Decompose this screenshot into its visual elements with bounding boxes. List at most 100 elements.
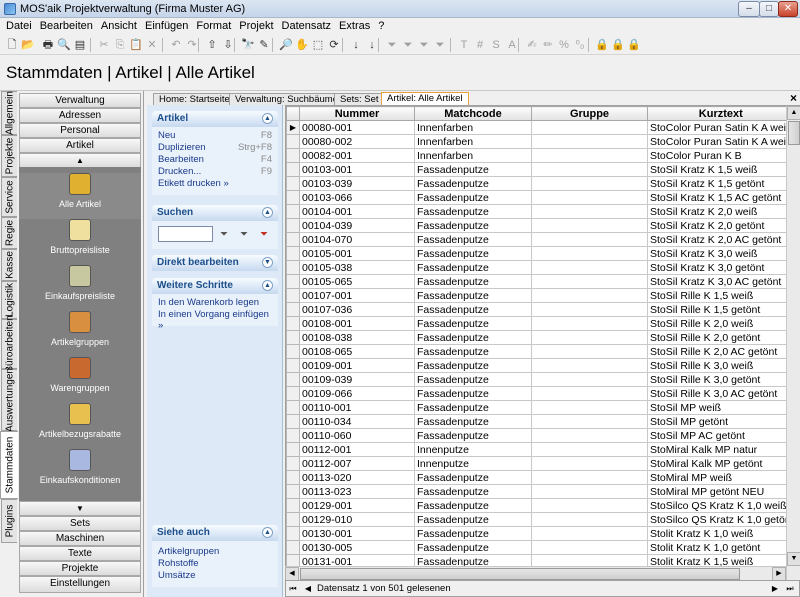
cell-kurztext[interactable]: StoSil Kratz K 3,0 getönt <box>647 260 795 275</box>
filter-icon[interactable]: ⏷ <box>384 37 400 53</box>
table-row[interactable]: 00109-039 Fassadenputze StoSil Rille K 3,0… <box>286 372 795 387</box>
cell-gruppe[interactable] <box>531 120 648 135</box>
row-selector[interactable] <box>286 330 300 345</box>
cell-kurztext[interactable]: Stolit Kratz K 1,0 weiß <box>647 526 795 541</box>
tab-alle-artikel[interactable]: Artikel: Alle Artikel <box>381 92 469 106</box>
task-link-neu[interactable]: Neu F8 <box>158 130 272 142</box>
scroll-right-icon[interactable]: ▶ <box>772 567 786 581</box>
row-selector[interactable] <box>286 176 300 191</box>
vtab-service[interactable]: Service <box>1 177 17 217</box>
cell-kurztext[interactable]: StoMiral Kalk MP getönt <box>647 456 795 471</box>
filter-sel-icon[interactable]: ⏷ <box>400 37 416 53</box>
table-row[interactable]: 00109-001 Fassadenputze StoSil Rille K 3,0… <box>286 358 795 373</box>
cell-kurztext[interactable]: StoColor Puran Satin K A weiß <box>647 134 795 149</box>
hand-icon[interactable]: ✋ <box>294 37 310 53</box>
refresh-icon[interactable]: ⟳ <box>326 37 342 53</box>
cell-nummer[interactable]: 00104-039 <box>299 218 415 233</box>
table-row[interactable]: 00113-020 Fassadenputze StoMiral MP weiß <box>286 470 795 485</box>
cell-gruppe[interactable] <box>531 526 648 541</box>
cell-kurztext[interactable]: Stolit Kratz K 1,0 getönt <box>647 540 795 555</box>
cell-matchcode[interactable]: Innenputze <box>414 442 532 457</box>
cell-nummer[interactable]: 00110-060 <box>299 428 415 443</box>
cell-gruppe[interactable] <box>531 512 648 527</box>
cell-matchcode[interactable]: Fassadenputze <box>414 316 532 331</box>
paste-icon[interactable]: 📋 <box>128 37 144 53</box>
number-icon[interactable]: # <box>472 37 488 53</box>
lock-blue-icon[interactable]: 🔒 <box>594 37 610 53</box>
delete-icon[interactable]: ✕ <box>144 37 160 53</box>
cell-kurztext[interactable]: StoSil Rille K 2,0 AC getönt <box>647 344 795 359</box>
cell-gruppe[interactable] <box>531 176 648 191</box>
table-row[interactable]: 00130-001 Fassadenputze Stolit Kratz K 1,0… <box>286 526 795 541</box>
cell-gruppe[interactable] <box>531 218 648 233</box>
nav-scroll-up[interactable]: ▲ <box>19 153 141 168</box>
cell-gruppe[interactable] <box>531 288 648 303</box>
column-header-kurztext[interactable]: Kurztext <box>647 106 795 121</box>
row-selector[interactable] <box>286 302 300 317</box>
row-selector[interactable] <box>286 526 300 541</box>
cell-nummer[interactable]: 00108-038 <box>299 330 415 345</box>
cell-gruppe[interactable] <box>531 358 648 373</box>
nav-item-bruttopreisliste[interactable]: Bruttopreisliste <box>19 219 141 265</box>
cell-matchcode[interactable]: Innenfarben <box>414 148 532 163</box>
table-row[interactable]: 00103-066 Fassadenputze StoSil Kratz K 1,5… <box>286 190 795 205</box>
print-icon[interactable]: 🖶 <box>40 37 56 53</box>
cell-kurztext[interactable]: StoSil Kratz K 1,5 AC getönt <box>647 190 795 205</box>
cell-nummer[interactable]: 00130-001 <box>299 526 415 541</box>
row-selector[interactable] <box>286 498 300 513</box>
row-selector[interactable] <box>286 372 300 387</box>
row-selector[interactable] <box>286 344 300 359</box>
close-button[interactable]: ✕ <box>778 1 798 17</box>
vtab-stammdaten[interactable]: Stammdaten <box>0 431 18 499</box>
up-icon[interactable]: ⇧ <box>204 37 220 53</box>
row-selector[interactable] <box>286 442 300 457</box>
cell-matchcode[interactable]: Fassadenputze <box>414 176 532 191</box>
row-selector[interactable] <box>286 190 300 205</box>
task-link-bearbeiten[interactable]: Bearbeiten F4 <box>158 154 272 166</box>
cell-matchcode[interactable]: Fassadenputze <box>414 470 532 485</box>
cell-matchcode[interactable]: Fassadenputze <box>414 498 532 513</box>
pencil-icon[interactable]: ✏ <box>540 37 556 53</box>
cell-gruppe[interactable] <box>531 162 648 177</box>
cell-kurztext[interactable]: StoSil Rille K 3,0 weiß <box>647 358 795 373</box>
scroll-down-icon[interactable]: ▼ <box>787 552 800 566</box>
cell-gruppe[interactable] <box>531 470 648 485</box>
vtab-logistik[interactable]: Logistik <box>1 281 17 319</box>
cell-gruppe[interactable] <box>531 442 648 457</box>
cell-nummer[interactable]: 00109-039 <box>299 372 415 387</box>
cell-gruppe[interactable] <box>531 400 648 415</box>
cell-matchcode[interactable]: Innenfarben <box>414 134 532 149</box>
cell-gruppe[interactable] <box>531 246 648 261</box>
menu-einfuegen[interactable]: Einfügen <box>141 18 192 34</box>
select-icon[interactable]: ⬚ <box>310 37 326 53</box>
cell-matchcode[interactable]: Fassadenputze <box>414 414 532 429</box>
nav-verwaltung[interactable]: Verwaltung <box>19 93 141 108</box>
row-selector[interactable] <box>286 316 300 331</box>
cell-gruppe[interactable] <box>531 260 648 275</box>
maximize-button[interactable]: □ <box>759 1 779 17</box>
cell-kurztext[interactable]: StoSil Rille K 1,5 getönt <box>647 302 795 317</box>
task-header-direkt[interactable]: Direkt bearbeiten ▼ <box>152 255 278 271</box>
menu-datei[interactable]: Datei <box>2 18 36 34</box>
row-selector[interactable] <box>286 134 300 149</box>
cell-nummer[interactable]: 00103-001 <box>299 162 415 177</box>
cell-gruppe[interactable] <box>531 134 648 149</box>
nav-sets[interactable]: Sets <box>19 516 141 531</box>
sort-asc-icon[interactable]: ↓ <box>348 37 364 53</box>
task-link-duplizieren[interactable]: Duplizieren Strg+F8 <box>158 142 272 154</box>
row-selector[interactable] <box>286 246 300 261</box>
cell-gruppe[interactable] <box>531 540 648 555</box>
cell-gruppe[interactable] <box>531 484 648 499</box>
task-header-artikel[interactable]: Artikel ▲ <box>152 111 278 127</box>
row-selector[interactable] <box>286 260 300 275</box>
collapse-icon[interactable]: ▲ <box>262 207 273 218</box>
menu-format[interactable]: Format <box>192 18 235 34</box>
cell-kurztext[interactable]: StoSil Kratz K 3,0 AC getönt <box>647 274 795 289</box>
cell-nummer[interactable]: 00107-036 <box>299 302 415 317</box>
cell-kurztext[interactable]: StoSilco QS Kratz K 1,0 weiß <box>647 498 795 513</box>
redo-icon[interactable]: ↷ <box>184 37 200 53</box>
cell-nummer[interactable]: 00109-001 <box>299 358 415 373</box>
cell-matchcode[interactable]: Fassadenputze <box>414 428 532 443</box>
cell-matchcode[interactable]: Fassadenputze <box>414 526 532 541</box>
table-row[interactable]: 00110-001 Fassadenputze StoSil MP weiß <box>286 400 795 415</box>
